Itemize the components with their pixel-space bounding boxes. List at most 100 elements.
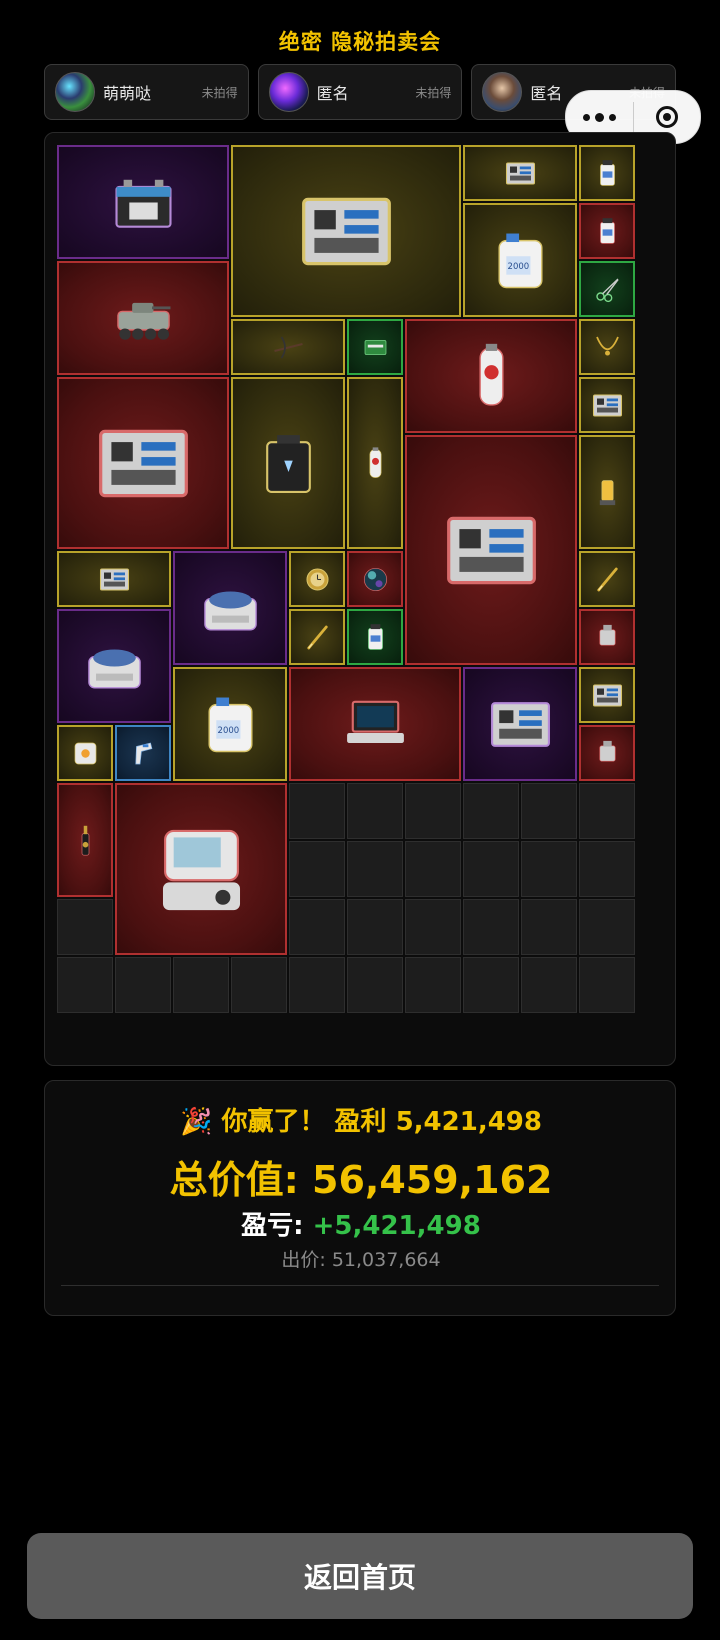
profit-loss: 盈亏: +5,421,498	[45, 1205, 677, 1242]
svg-text:2000: 2000	[217, 726, 239, 736]
empty-slot	[173, 957, 229, 1013]
empty-slot	[463, 957, 519, 1013]
grid-item-server-rack-blade[interactable]	[231, 145, 461, 317]
bidder-status: 未拍得	[415, 85, 452, 100]
bidder-name: 匿名	[316, 84, 349, 103]
empty-slot	[521, 899, 577, 955]
empty-slot	[521, 841, 577, 897]
grid-item-cigar-pack[interactable]	[347, 319, 403, 375]
grid-item-car-battery[interactable]	[57, 145, 229, 259]
bidder-name: 萌萌哒	[103, 84, 152, 103]
grid-item-ssd-drive[interactable]	[579, 377, 635, 433]
win-text: 你赢了！ 盈利 5,421,498	[221, 1107, 542, 1137]
grid-item-oxygen-tank[interactable]	[347, 377, 403, 549]
empty-slot	[347, 841, 403, 897]
grid-item-gold-watch[interactable]	[289, 551, 345, 607]
pen-icon	[306, 625, 328, 649]
grid-item-hydraulic-pump[interactable]	[579, 435, 635, 549]
gpu-icon	[505, 161, 535, 185]
avatar	[482, 72, 523, 112]
empty-slot	[405, 899, 461, 955]
empty-slot	[579, 841, 635, 897]
grid-item-champagne[interactable]	[57, 783, 113, 897]
divider	[61, 1285, 659, 1286]
item-grid: 2000 2000	[44, 132, 676, 1066]
thermometer-icon	[134, 742, 152, 764]
grid-item-gold-necklace[interactable]	[579, 319, 635, 375]
result-panel: 🎉 你赢了！ 盈利 5,421,498 总价值: 56,459,162 盈亏: …	[44, 1080, 676, 1316]
pack-icon	[364, 339, 386, 355]
empty-slot	[289, 783, 345, 839]
grid-item-gold-pen-2[interactable]	[289, 609, 345, 665]
hdd-icon	[592, 683, 622, 707]
grid-item-medicine-bottle[interactable]	[347, 609, 403, 665]
grid-item-spark-plug[interactable]	[579, 609, 635, 665]
empty-slot	[521, 783, 577, 839]
grid-item-server-tower[interactable]	[405, 435, 577, 665]
necklace-icon	[595, 336, 619, 356]
empty-slot	[347, 957, 403, 1013]
grid-item-power-station[interactable]	[231, 377, 345, 549]
tin-icon	[599, 217, 615, 244]
grid-item-server-board[interactable]	[57, 377, 229, 549]
jug-icon: 2000	[497, 233, 543, 288]
bidder-card: 匿名 未拍得	[257, 64, 463, 120]
crossbow-icon	[273, 336, 303, 358]
server-blade-icon	[301, 197, 391, 265]
grid-item-gold-pen[interactable]	[579, 551, 635, 607]
grid-item-graphics-card[interactable]	[463, 145, 577, 201]
total-value: 总价值: 56,459,162	[45, 1149, 677, 1204]
grid-item-gas-cylinder[interactable]	[405, 319, 577, 433]
total-number: 56,459,162	[312, 1158, 553, 1202]
grid-item-oil-jug[interactable]: 2000	[463, 203, 577, 317]
grid-item-oil-jug-2[interactable]: 2000	[173, 667, 287, 781]
empty-slot	[231, 957, 287, 1013]
empty-slot	[347, 783, 403, 839]
grid-item-centrifuge[interactable]	[173, 551, 287, 665]
jug-icon: 2000	[207, 697, 253, 752]
incubator-icon	[87, 648, 141, 689]
pl-value: +5,421,498	[312, 1211, 481, 1241]
grid-item-orb[interactable]	[347, 551, 403, 607]
page-title: 绝密 隐秘拍卖会	[278, 30, 442, 54]
bidder-status: 未拍得	[201, 85, 238, 100]
party-popper-icon: 🎉	[180, 1107, 213, 1137]
grid-item-companion-cube[interactable]	[57, 725, 113, 781]
grid-item-hard-drive[interactable]	[579, 667, 635, 723]
bottle-icon	[599, 159, 615, 186]
pl-label: 盈亏:	[241, 1211, 313, 1241]
grid-item-gpu-small[interactable]	[57, 551, 171, 607]
grid-item-crossbow[interactable]	[231, 319, 345, 375]
grid-item-ink-bottle[interactable]	[579, 145, 635, 201]
grid-item-thermometer-gun[interactable]	[115, 725, 171, 781]
grid-item-motherboard[interactable]	[463, 667, 577, 781]
empty-slot	[289, 841, 345, 897]
oxygen-icon	[369, 446, 381, 478]
empty-slot	[521, 957, 577, 1013]
return-home-button[interactable]: 返回首页	[27, 1533, 693, 1619]
orb-icon	[363, 567, 387, 591]
power-station-icon	[265, 434, 311, 493]
empty-slot	[347, 899, 403, 955]
grid-item-incubator[interactable]	[57, 609, 171, 723]
avatar	[55, 72, 95, 112]
svg-text:2000: 2000	[507, 262, 529, 272]
champagne-icon	[81, 825, 89, 856]
avatar	[268, 72, 309, 112]
board-icon	[98, 429, 188, 497]
empty-slot	[579, 899, 635, 955]
grid-item-usb-stick[interactable]	[579, 725, 635, 781]
grid-item-rugged-laptop[interactable]	[289, 667, 461, 781]
empty-slot	[463, 899, 519, 955]
ssd-icon	[592, 393, 622, 417]
grid-item-scissors[interactable]	[579, 261, 635, 317]
grid-item-ventilator[interactable]	[115, 783, 287, 955]
win-banner: 🎉 你赢了！ 盈利 5,421,498	[45, 1101, 677, 1138]
empty-slot	[115, 957, 171, 1013]
grid-item-caviar-tin[interactable]	[579, 203, 635, 259]
centrifuge-icon	[203, 590, 257, 631]
grid-item-armored-vehicle[interactable]	[57, 261, 229, 375]
pen-icon	[596, 567, 618, 591]
bid-amount: 出价: 51,037,664	[281, 1249, 441, 1271]
medicine-icon	[367, 623, 383, 650]
